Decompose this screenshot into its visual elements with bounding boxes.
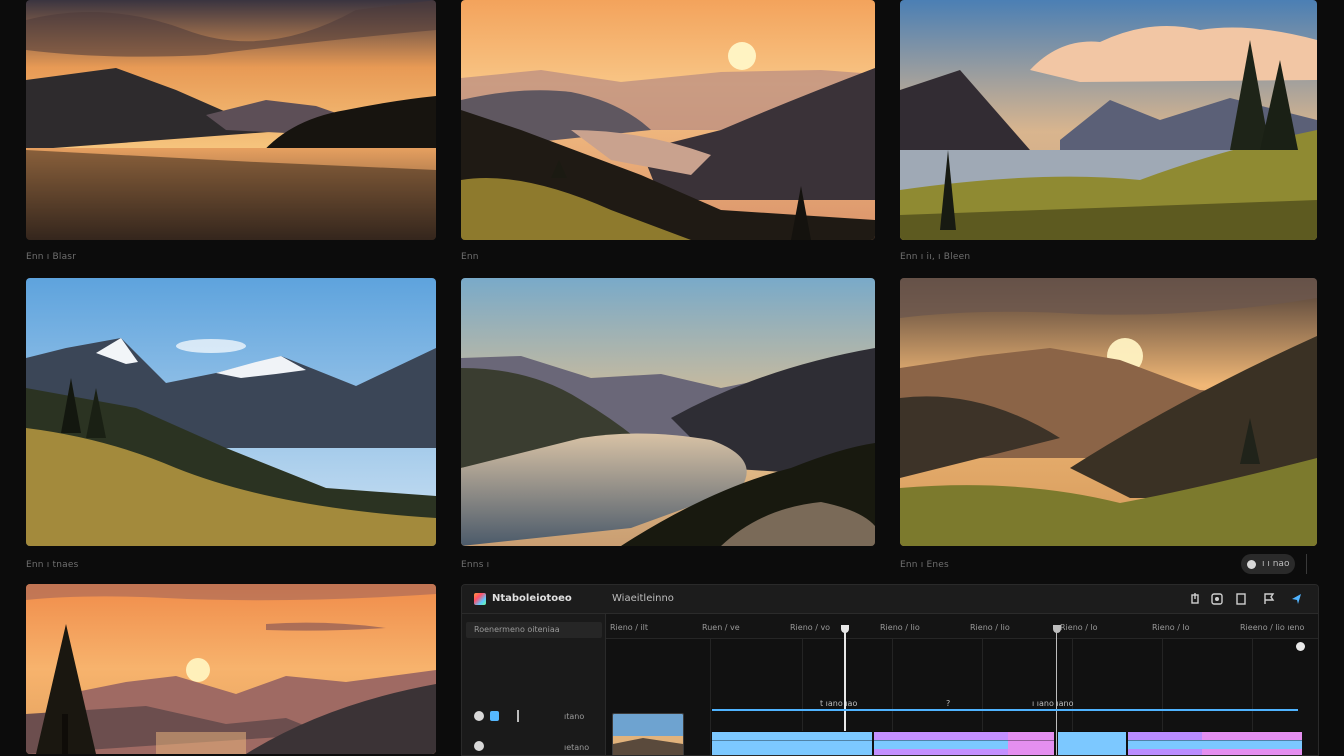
marker-label: ? — [946, 699, 951, 708]
end-marker-icon[interactable] — [1296, 642, 1305, 651]
app-logo-icon — [474, 593, 486, 605]
clip-subtrack — [712, 740, 872, 749]
marker-label: t ıano ıao — [820, 699, 858, 708]
track-area[interactable]: t ıano ıao ? ı ıano ıano — [606, 625, 1318, 755]
app-name: Ntaboleiotoeo — [492, 593, 572, 604]
divider — [1306, 554, 1307, 574]
timeline-clip[interactable] — [1058, 731, 1126, 755]
timeline-ruler[interactable]: Rieno / ilt Ruen / ve Rieno / vo Rieno /… — [606, 614, 1318, 639]
pill-label: ı ı nao — [1262, 559, 1290, 569]
layer-value: ıtano — [564, 712, 585, 721]
editor-toolbar: Ntaboleiotoeo Wiaeitleinno — [462, 585, 1318, 614]
secondary-marker[interactable] — [1053, 625, 1061, 755]
timeline-clip[interactable] — [712, 731, 872, 755]
photo-card-golden-hillside[interactable] — [900, 278, 1317, 546]
toggle-icon — [1247, 559, 1256, 569]
audio-waveform-line[interactable] — [712, 709, 1298, 711]
playhead-handle-icon[interactable] — [841, 625, 849, 633]
layer-controls[interactable] — [474, 710, 519, 722]
photo-card-sunset-lake[interactable] — [26, 0, 436, 240]
timeline-editor: Ntaboleiotoeo Wiaeitleinno Roenermeno oi… — [461, 584, 1319, 756]
timeline-clip[interactable] — [874, 731, 1008, 755]
export-icon[interactable] — [1188, 592, 1202, 606]
layers-icon[interactable] — [1234, 592, 1248, 606]
clip-subtrack — [874, 740, 1008, 749]
photo-card-river-valley[interactable] — [461, 278, 875, 546]
project-name[interactable]: Wiaeitleinno — [612, 593, 674, 604]
layer-name-field[interactable]: Roenermeno oiteniaa — [466, 622, 602, 638]
marker-label: ı ıano ıano — [1032, 699, 1074, 708]
clip-subtrack — [1008, 740, 1054, 749]
photo-card-snowy-peaks[interactable] — [26, 278, 436, 546]
photo-caption: Enn ı iı, ı Bleen — [900, 252, 971, 262]
photo-caption: Enns ı — [461, 560, 490, 570]
timeline-clip[interactable] — [1008, 731, 1054, 755]
ruler-tick: Rieno / lio — [880, 623, 920, 632]
photo-card-meadow-lake[interactable] — [900, 0, 1317, 240]
flag-icon[interactable] — [1262, 592, 1276, 606]
photo-card-tree-sunset[interactable] — [26, 584, 436, 754]
frame-icon[interactable] — [1210, 592, 1224, 606]
ruler-tick: Rieno / ilt — [610, 623, 649, 632]
photo-caption: Enn ı Blasr — [26, 252, 77, 262]
photo-caption: Enn ı Enes — [900, 560, 949, 570]
photo-card-sun-valley-lake[interactable] — [461, 0, 875, 240]
visibility-icon[interactable] — [474, 711, 484, 721]
share-icon[interactable] — [1290, 592, 1304, 606]
lock-icon[interactable] — [490, 711, 499, 721]
ruler-tick: Ruen / ve — [702, 623, 740, 632]
layer-value: ıetano — [564, 743, 590, 752]
ruler-tick: Rieno / vo — [790, 623, 831, 632]
clip-subtrack — [1128, 740, 1202, 749]
ruler-tick: Rieno / lo — [1152, 623, 1190, 632]
timeline-clip[interactable] — [1202, 731, 1302, 755]
photo-caption: Enn ı tnaes — [26, 560, 79, 570]
gridline — [710, 639, 711, 755]
timeline-clip[interactable] — [1128, 731, 1202, 755]
clip-subtrack — [1202, 740, 1302, 749]
layers-panel: Roenermeno oiteniaa ıtano ıetano — [462, 614, 606, 755]
ruler-tick: Rieno / lo — [1060, 623, 1098, 632]
view-toggle-pill[interactable]: ı ı nao — [1241, 554, 1295, 574]
ruler-tick: Rieeno / lio ıeno — [1240, 623, 1305, 632]
ruler-tick: Rieno / lio — [970, 623, 1010, 632]
split-icon[interactable] — [517, 710, 519, 722]
marker-handle-icon[interactable] — [1053, 625, 1061, 633]
photo-caption: Enn — [461, 252, 479, 262]
